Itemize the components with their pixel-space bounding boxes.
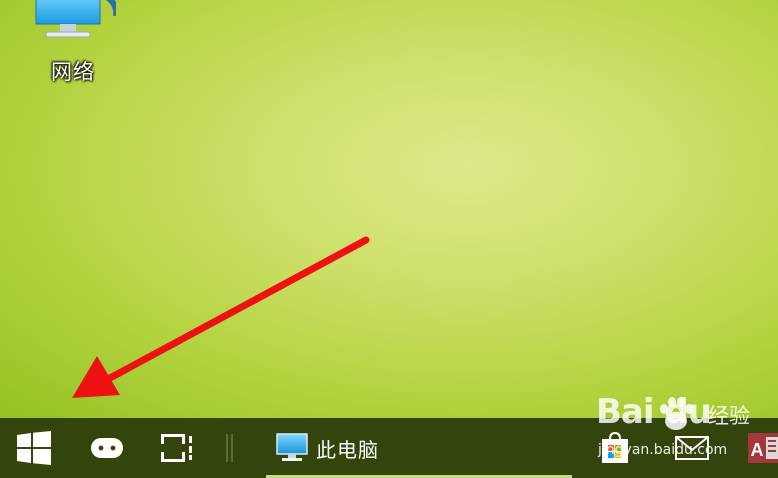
mail-icon (675, 436, 709, 460)
taskbar-divider (226, 434, 228, 462)
access-icon: A (748, 433, 778, 463)
taskbar-app-label: 此电脑 (316, 437, 379, 462)
cortana-icon (91, 438, 123, 458)
svg-text:A: A (751, 440, 764, 460)
taskbar-app-this-pc[interactable]: 此电脑 (266, 418, 572, 478)
red-arrow-annotation (72, 236, 370, 398)
windows-logo-icon (17, 431, 51, 465)
store-button[interactable] (596, 418, 634, 478)
task-view-button[interactable] (150, 418, 204, 478)
cortana-button[interactable] (82, 418, 132, 478)
access-button[interactable]: A (748, 418, 778, 478)
taskbar: 此电脑 A (0, 418, 778, 478)
taskbar-divider (231, 434, 233, 462)
task-view-icon (161, 434, 192, 462)
start-button[interactable] (0, 418, 68, 478)
mail-button[interactable] (668, 418, 716, 478)
store-icon (602, 432, 628, 463)
this-pc-icon (276, 433, 308, 461)
